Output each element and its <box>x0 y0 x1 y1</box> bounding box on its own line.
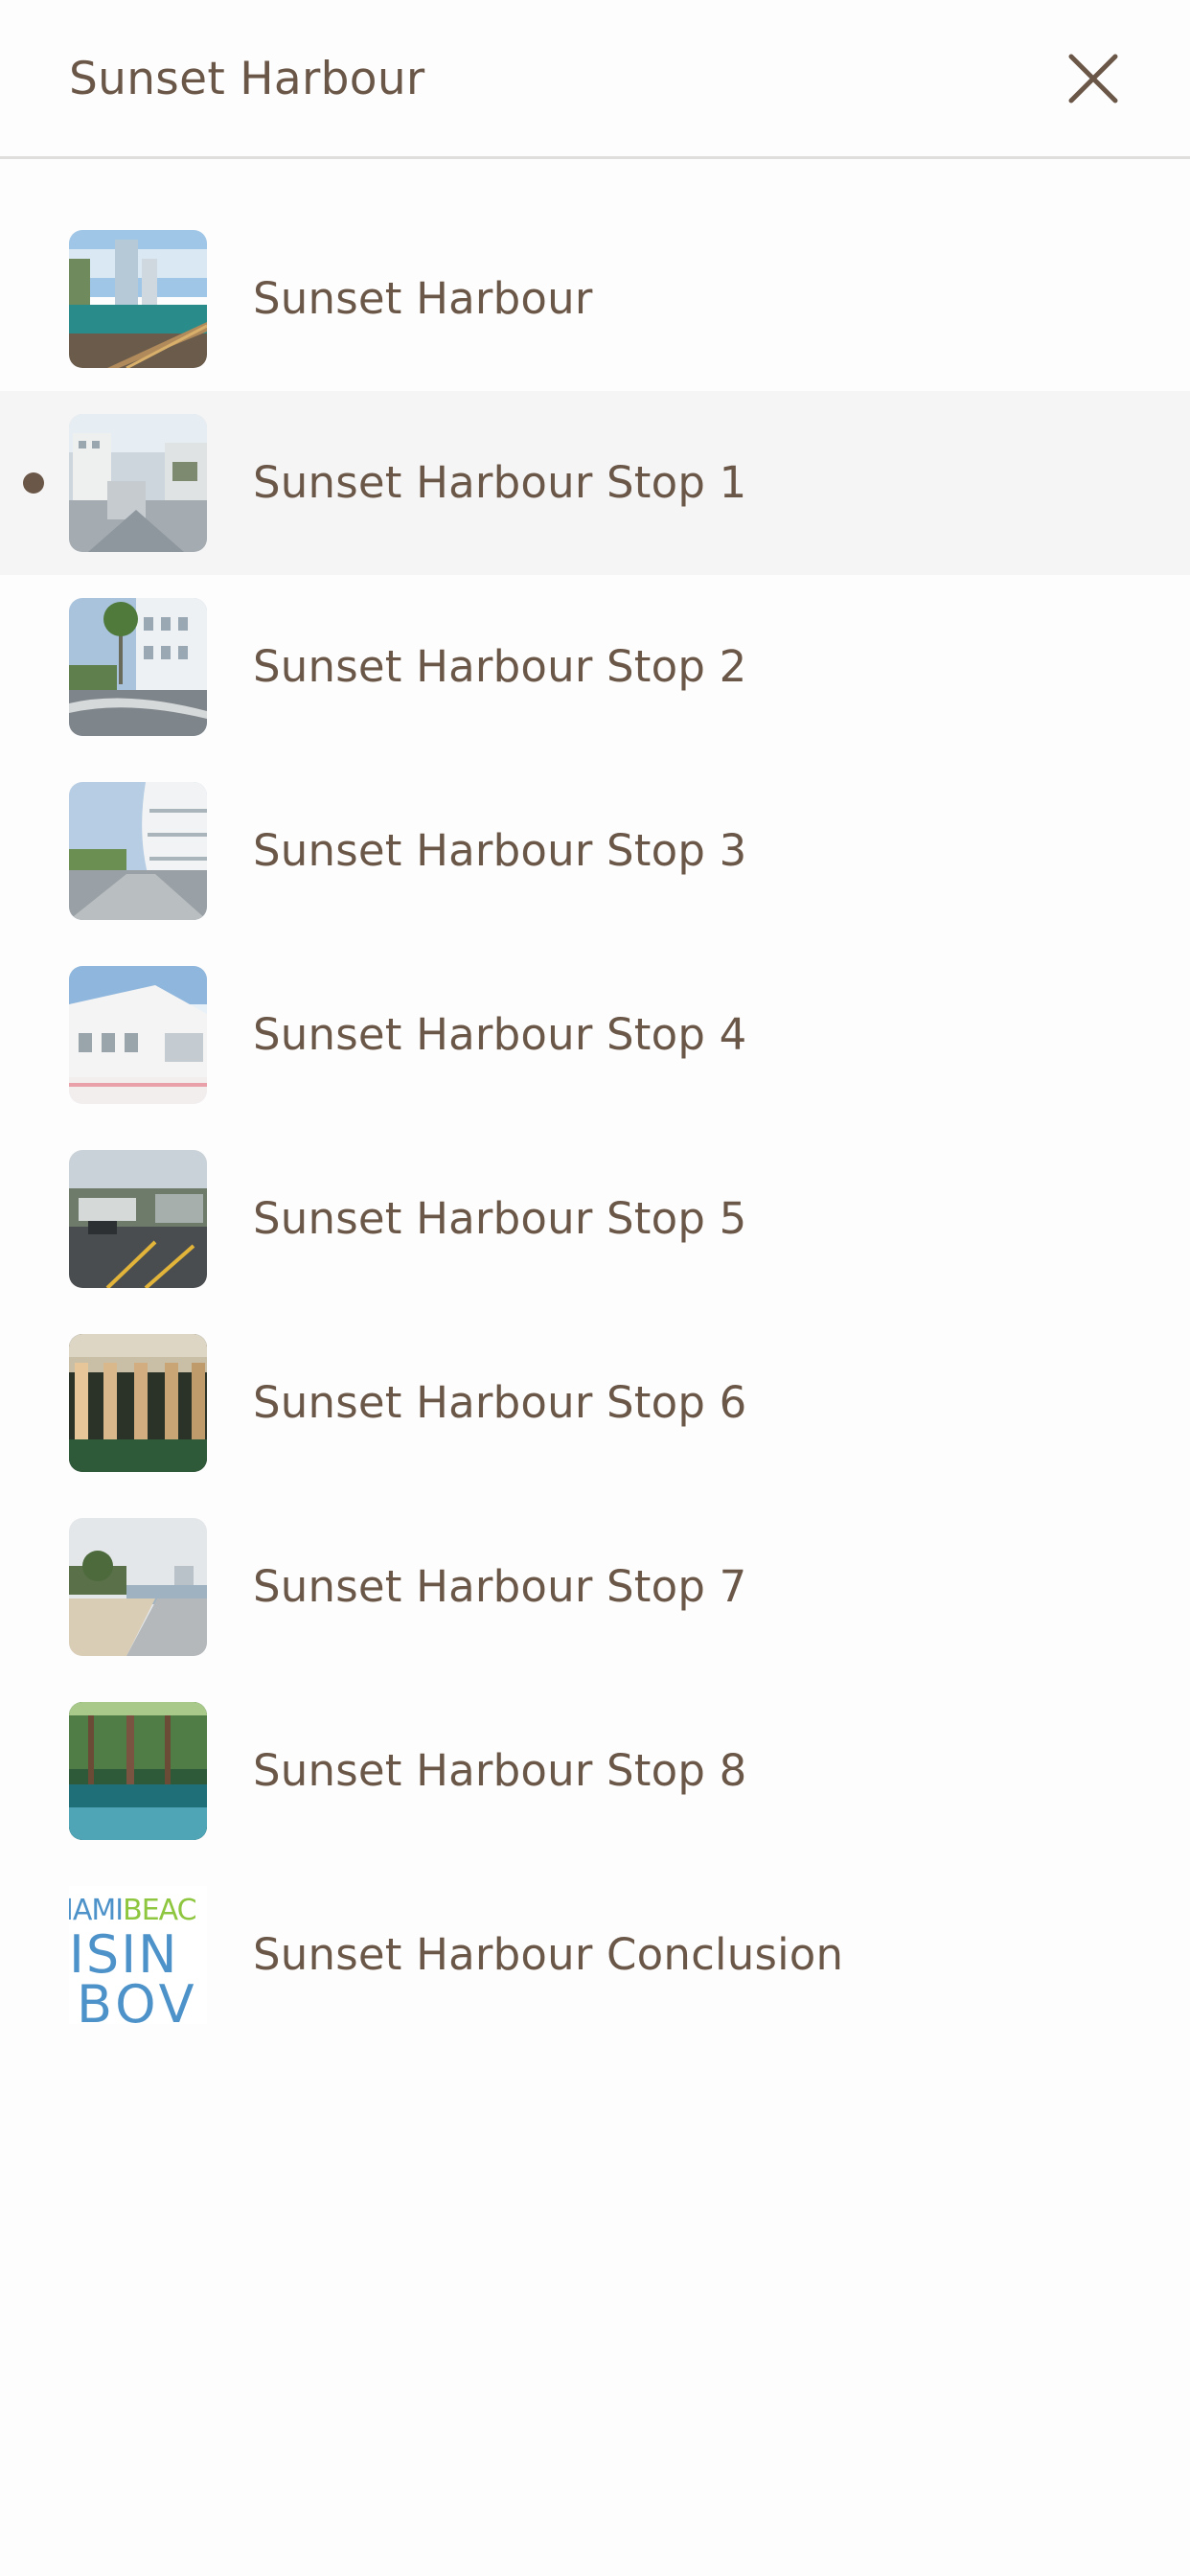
thumbnail-image <box>69 414 207 552</box>
thumbnail-image <box>69 1150 207 1288</box>
logo-text: IAMIBEAC <box>69 1894 197 1927</box>
list-item-conclusion[interactable]: IAMIBEAC ISIN BOV Sunset Harbour Conclus… <box>0 1863 1190 2047</box>
list-item-label: Sunset Harbour Stop 5 <box>253 1193 747 1244</box>
thumbnail-image <box>69 1702 207 1840</box>
list-item-stop-1[interactable]: Sunset Harbour Stop 1 <box>0 391 1190 575</box>
stop-list: Sunset Harbour Sunset Harbour Stop 1 Sun… <box>0 207 1190 2047</box>
list-item-stop-4[interactable]: Sunset Harbour Stop 4 <box>0 943 1190 1127</box>
list-item-stop-5[interactable]: Sunset Harbour Stop 5 <box>0 1127 1190 1311</box>
list-item-stop-7[interactable]: Sunset Harbour Stop 7 <box>0 1495 1190 1679</box>
header: Sunset Harbour <box>0 0 1190 159</box>
current-stop-indicator <box>23 472 44 494</box>
list-item-label: Sunset Harbour Stop 8 <box>253 1745 747 1796</box>
close-button[interactable] <box>1050 44 1136 115</box>
thumbnail-image <box>69 598 207 736</box>
list-item-label: Sunset Harbour Stop 2 <box>253 641 747 692</box>
list-item-label: Sunset Harbour Stop 3 <box>253 825 747 876</box>
list-item-label: Sunset Harbour Stop 1 <box>253 457 747 508</box>
list-item-stop-3[interactable]: Sunset Harbour Stop 3 <box>0 759 1190 943</box>
thumbnail-image <box>69 782 207 920</box>
list-item-label: Sunset Harbour Conclusion <box>253 1929 844 1980</box>
list-item-stop-2[interactable]: Sunset Harbour Stop 2 <box>0 575 1190 759</box>
list-item-sunset-harbour[interactable]: Sunset Harbour <box>0 207 1190 391</box>
close-icon <box>1068 54 1118 104</box>
list-item-label: Sunset Harbour Stop 4 <box>253 1009 747 1060</box>
list-item-label: Sunset Harbour <box>253 273 593 324</box>
list-item-label: Sunset Harbour Stop 7 <box>253 1561 747 1612</box>
page-title: Sunset Harbour <box>69 53 425 105</box>
thumbnail-image <box>69 1518 207 1656</box>
list-item-label: Sunset Harbour Stop 6 <box>253 1377 747 1428</box>
thumbnail-image <box>69 1334 207 1472</box>
list-item-stop-8[interactable]: Sunset Harbour Stop 8 <box>0 1679 1190 1863</box>
list-item-stop-6[interactable]: Sunset Harbour Stop 6 <box>0 1311 1190 1495</box>
miami-beach-logo: IAMIBEAC ISIN BOV <box>69 1886 207 2024</box>
logo-text: BOV <box>77 1974 198 2024</box>
thumbnail-image <box>69 230 207 368</box>
thumbnail-image <box>69 966 207 1104</box>
